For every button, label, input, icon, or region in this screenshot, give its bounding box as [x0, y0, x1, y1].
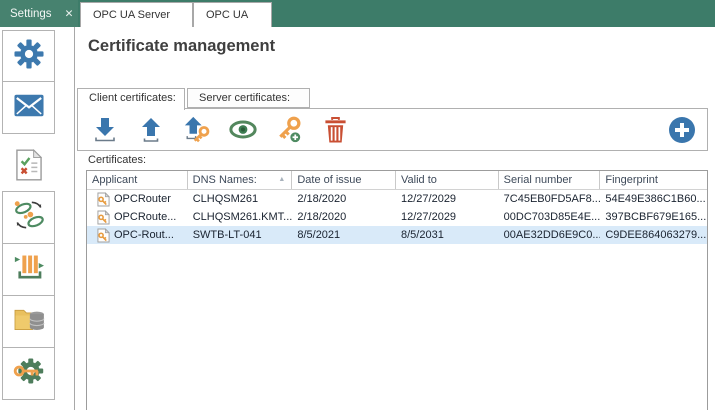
- add-certificate-icon[interactable]: [668, 116, 696, 144]
- cell-dns: SWTB-LT-041: [192, 229, 262, 241]
- certificate-key-file-icon: [97, 191, 110, 206]
- table-row[interactable]: OPCRoute... CLHQSM261.KMT.... 2/18/2020 …: [87, 208, 707, 226]
- tab-opc-ua-server-label: OPC UA Server: [93, 9, 171, 21]
- certificate-management-panel: Certificate management Client certificat…: [75, 27, 715, 410]
- column-header-dns-names[interactable]: DNS Names: ▲: [188, 171, 293, 189]
- cell-valid-to: 12/27/2029: [401, 211, 457, 223]
- cell-dns: CLHQSM261.KMT....: [192, 211, 293, 223]
- cell-valid-to: 8/5/2031: [401, 229, 444, 241]
- tab-client-certificates[interactable]: Client certificates:: [77, 88, 185, 110]
- cell-issued: 2/18/2020: [297, 193, 347, 205]
- document-tab-bar: Settings ✕ OPC UA Server OPC UA: [0, 0, 715, 27]
- certificate-document-icon: [15, 148, 42, 186]
- table-header: Applicant DNS Names: ▲ Date of issue Val…: [87, 171, 707, 190]
- cell-issued: 8/5/2021: [297, 229, 341, 241]
- tab-opc-ua[interactable]: OPC UA: [193, 2, 272, 27]
- tab-server-certificates[interactable]: Server certificates:: [187, 88, 310, 108]
- envelope-icon: [13, 94, 44, 122]
- sort-ascending-icon: ▲: [278, 176, 286, 183]
- certificate-key-file-icon: [97, 209, 110, 224]
- cell-fingerprint: 54E49E386C1B60...: [605, 193, 706, 205]
- cell-serial: 00DC703D85E4E...: [503, 211, 601, 223]
- sync-rings-icon: [13, 199, 45, 236]
- sidebar-item-security[interactable]: [2, 347, 55, 400]
- export-with-private-key-icon[interactable]: [183, 115, 211, 145]
- table-row[interactable]: OPCRouter CLHQSM261 2/18/2020 12/27/2029…: [87, 190, 707, 208]
- sidebar-item-certificates[interactable]: [2, 145, 55, 189]
- orange-bars-icon: [14, 252, 44, 287]
- cell-applicant: OPC-Rout...: [114, 229, 174, 241]
- certificates-table: Applicant DNS Names: ▲ Date of issue Val…: [86, 170, 708, 410]
- sidebar-item-storage[interactable]: [2, 295, 55, 348]
- table-row-selected[interactable]: OPC-Rout... SWTB-LT-041 8/5/2021 8/5/203…: [87, 226, 707, 244]
- column-header-serial-number[interactable]: Serial number: [499, 171, 601, 189]
- cell-serial: 7C45EB0FD5AF8...: [503, 193, 601, 205]
- cell-applicant: OPCRouter: [114, 193, 171, 205]
- cell-serial: 00AE32DD6E9C0...: [503, 229, 601, 241]
- column-header-date-of-issue[interactable]: Date of issue: [292, 171, 396, 189]
- cell-valid-to: 12/27/2029: [401, 193, 457, 205]
- cell-fingerprint: C9DEE864063279...: [605, 229, 707, 241]
- create-key-icon[interactable]: [275, 115, 303, 145]
- sidebar-item-settings[interactable]: [2, 30, 55, 82]
- export-certificate-icon[interactable]: [137, 115, 165, 145]
- certificate-toolbar: [77, 108, 708, 151]
- tab-settings-label: Settings: [10, 7, 52, 20]
- gear-icon: [13, 38, 44, 74]
- tab-opc-ua-label: OPC UA: [206, 9, 249, 21]
- cell-fingerprint: 397BCBF679E165...: [605, 211, 707, 223]
- column-header-fingerprint[interactable]: Fingerprint: [600, 171, 707, 189]
- column-header-valid-to[interactable]: Valid to: [396, 171, 499, 189]
- import-certificate-icon[interactable]: [91, 115, 119, 145]
- tab-settings[interactable]: Settings ✕: [0, 0, 78, 27]
- column-header-applicant[interactable]: Applicant: [87, 171, 188, 189]
- sidebar-item-transfer[interactable]: [2, 191, 55, 244]
- page-title: Certificate management: [88, 37, 276, 55]
- folder-database-icon: [13, 305, 45, 338]
- sidebar: [0, 27, 75, 410]
- close-icon[interactable]: ✕: [65, 8, 74, 20]
- certificate-key-file-icon: [97, 227, 110, 242]
- sidebar-item-import-data[interactable]: [2, 243, 55, 296]
- sidebar-item-mail[interactable]: [2, 81, 55, 134]
- certificates-label: Certificates:: [88, 154, 147, 166]
- cell-applicant: OPCRoute...: [114, 211, 177, 223]
- gear-key-icon: [13, 355, 45, 392]
- view-certificate-icon[interactable]: [229, 115, 257, 145]
- cell-dns: CLHQSM261: [192, 193, 259, 205]
- cell-issued: 2/18/2020: [297, 211, 347, 223]
- delete-certificate-icon[interactable]: [321, 115, 349, 145]
- tab-opc-ua-server[interactable]: OPC UA Server: [80, 2, 193, 27]
